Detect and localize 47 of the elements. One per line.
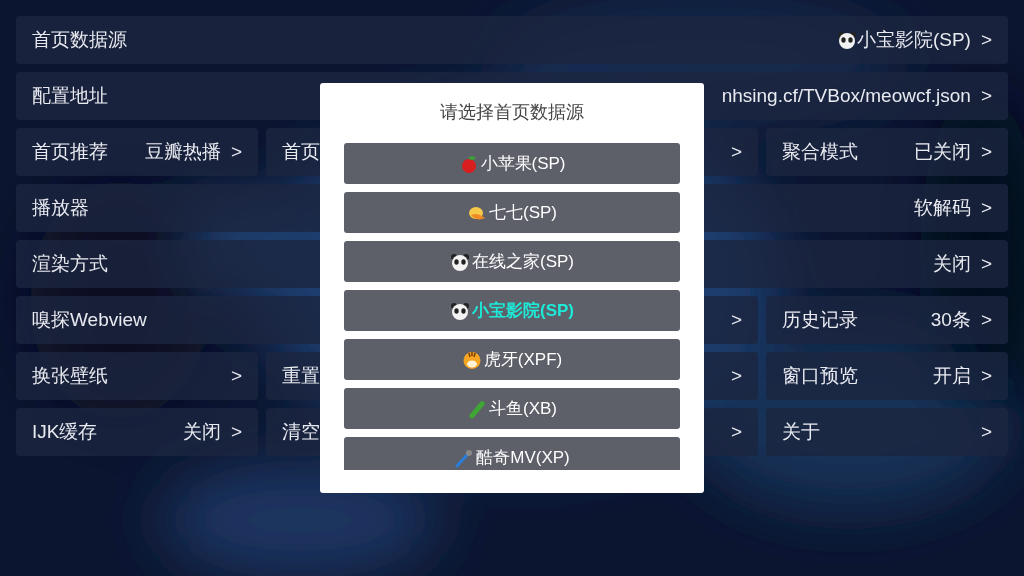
option-label: 七七(SP) (489, 201, 557, 224)
item-value: 30条 (930, 307, 971, 332)
item-label: 历史记录 (782, 307, 858, 332)
option-label: 酷奇MV(XP) (476, 446, 570, 469)
chevron: > (980, 363, 992, 388)
chevron: > (980, 307, 992, 332)
item-label: 关于 (782, 419, 820, 444)
item-value: 软解码 (913, 195, 971, 220)
chevron: > (980, 251, 992, 276)
item-label: 首页 (282, 139, 320, 164)
chevron: > (980, 139, 992, 164)
chevron: > (980, 195, 992, 220)
item-label: 聚合模式 (782, 139, 858, 164)
item-label: 嗅探Webview (32, 307, 147, 332)
chevron: > (980, 419, 992, 444)
item-value: 开启 (932, 363, 971, 388)
item-label: 重置 (282, 363, 320, 388)
item-label: 换张壁纸 (32, 363, 108, 388)
item-value: 关闭 (182, 419, 221, 444)
item-value: 豆瓣热播 (144, 139, 221, 164)
option-label: 虎牙(XPF) (483, 348, 563, 371)
chevron: > (230, 139, 242, 164)
chevron: > (230, 363, 242, 388)
item-label: 渲染方式 (32, 251, 108, 276)
chevron: > (980, 27, 992, 52)
item-value: 关闭 (932, 251, 971, 276)
chevron: > (230, 419, 242, 444)
chevron: > (730, 363, 742, 388)
item-label: 首页数据源 (32, 27, 127, 52)
item-value: 小宝影院(SP) (856, 27, 971, 52)
item-label: 首页推荐 (32, 139, 108, 164)
chevron: > (730, 419, 742, 444)
option-label: 小宝影院(SP) (472, 299, 574, 322)
item-label: IJK缓存 (32, 419, 98, 444)
dialog-title: 请选择首页数据源 (440, 101, 584, 124)
chevron: > (730, 139, 742, 164)
item-label: 播放器 (32, 195, 89, 220)
option-label: 斗鱼(XB) (489, 397, 557, 420)
chevron: > (980, 83, 992, 108)
item-label: 清空 (282, 419, 320, 444)
item-value: nhsing.cf/TVBox/meowcf.json (721, 83, 971, 108)
item-label: 配置地址 (32, 83, 108, 108)
option-label: 小苹果(SP) (480, 152, 566, 175)
chevron: > (730, 307, 742, 332)
option-label: 在线之家(SP) (472, 250, 574, 273)
item-value: 已关闭 (913, 139, 971, 164)
item-label: 窗口预览 (782, 363, 858, 388)
